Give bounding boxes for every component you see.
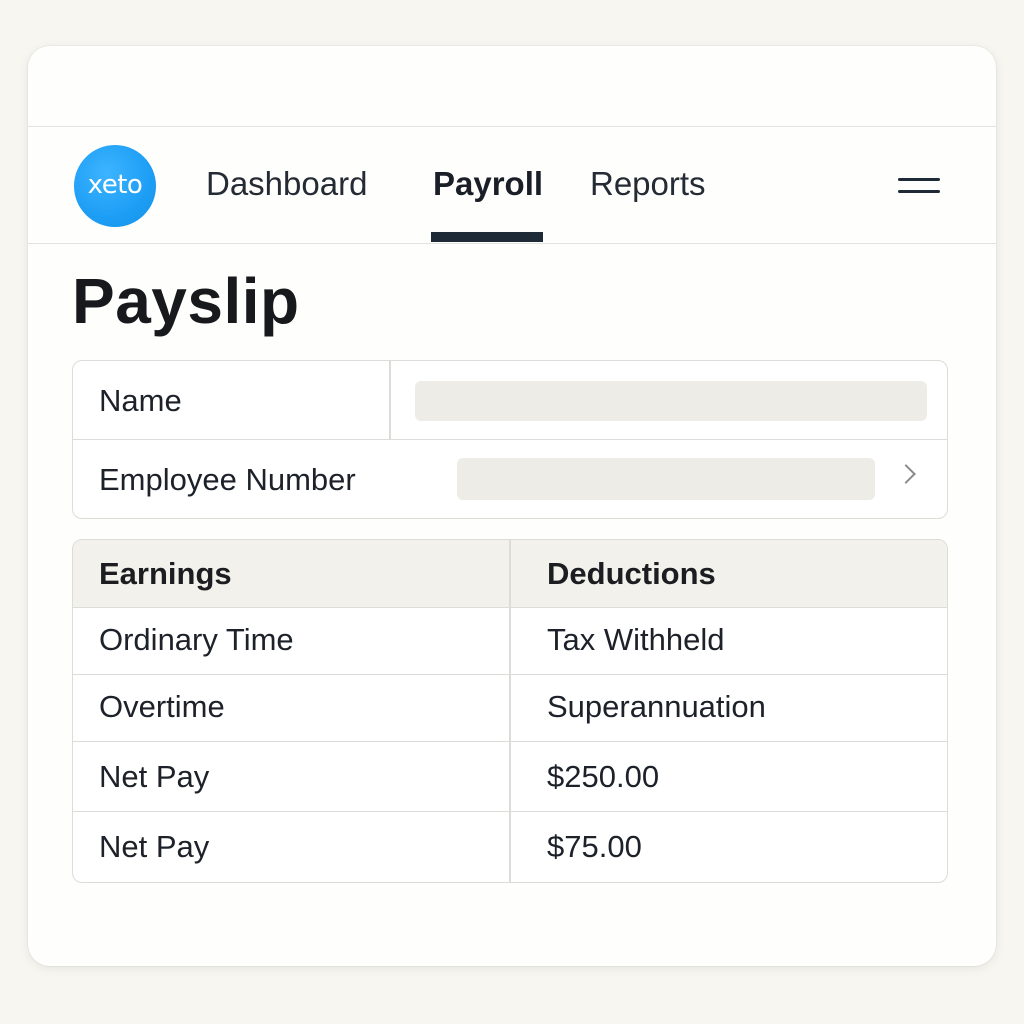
nav-tab-payroll[interactable]: Payroll xyxy=(433,165,543,203)
xeto-logo[interactable]: xeto xyxy=(74,145,156,227)
active-tab-indicator xyxy=(431,232,543,242)
earnings-cell: Overtime xyxy=(99,689,225,724)
nav-tab-dashboard[interactable]: Dashboard xyxy=(206,165,367,203)
column-divider xyxy=(509,540,511,882)
deductions-cell: $75.00 xyxy=(547,829,642,864)
top-navigation: xeto Dashboard Payroll Reports xyxy=(28,127,996,244)
menu-line-bottom xyxy=(898,190,940,193)
page-title: Payslip xyxy=(72,265,300,337)
payslip-window: xeto Dashboard Payroll Reports Payslip N… xyxy=(28,46,996,966)
chevron-right-icon[interactable] xyxy=(896,464,916,484)
window-title-bar xyxy=(28,46,996,127)
name-divider xyxy=(389,361,391,439)
name-field[interactable] xyxy=(415,381,927,421)
menu-line-top xyxy=(898,178,940,181)
deductions-header: Deductions xyxy=(547,556,716,591)
earnings-cell: Net Pay xyxy=(99,759,210,794)
deductions-cell: Tax Withheld xyxy=(547,622,725,657)
earnings-cell: Ordinary Time xyxy=(99,622,294,657)
employee-number-label: Employee Number xyxy=(99,462,356,497)
earnings-header: Earnings xyxy=(99,556,232,591)
earnings-cell: Net Pay xyxy=(99,829,210,864)
employee-number-row[interactable]: Employee Number xyxy=(73,440,947,518)
deductions-cell: Superannuation xyxy=(547,689,766,724)
earnings-deductions-table: Earnings Deductions Ordinary Time Tax Wi… xyxy=(72,539,948,883)
hamburger-menu-icon[interactable] xyxy=(894,171,942,199)
employee-info-card: Name Employee Number xyxy=(72,360,948,519)
deductions-cell: $250.00 xyxy=(547,759,660,794)
logo-text: xeto xyxy=(87,170,143,200)
nav-tab-reports[interactable]: Reports xyxy=(590,165,706,203)
employee-number-field[interactable] xyxy=(457,458,875,500)
name-row: Name xyxy=(73,361,947,440)
name-label: Name xyxy=(99,383,182,418)
